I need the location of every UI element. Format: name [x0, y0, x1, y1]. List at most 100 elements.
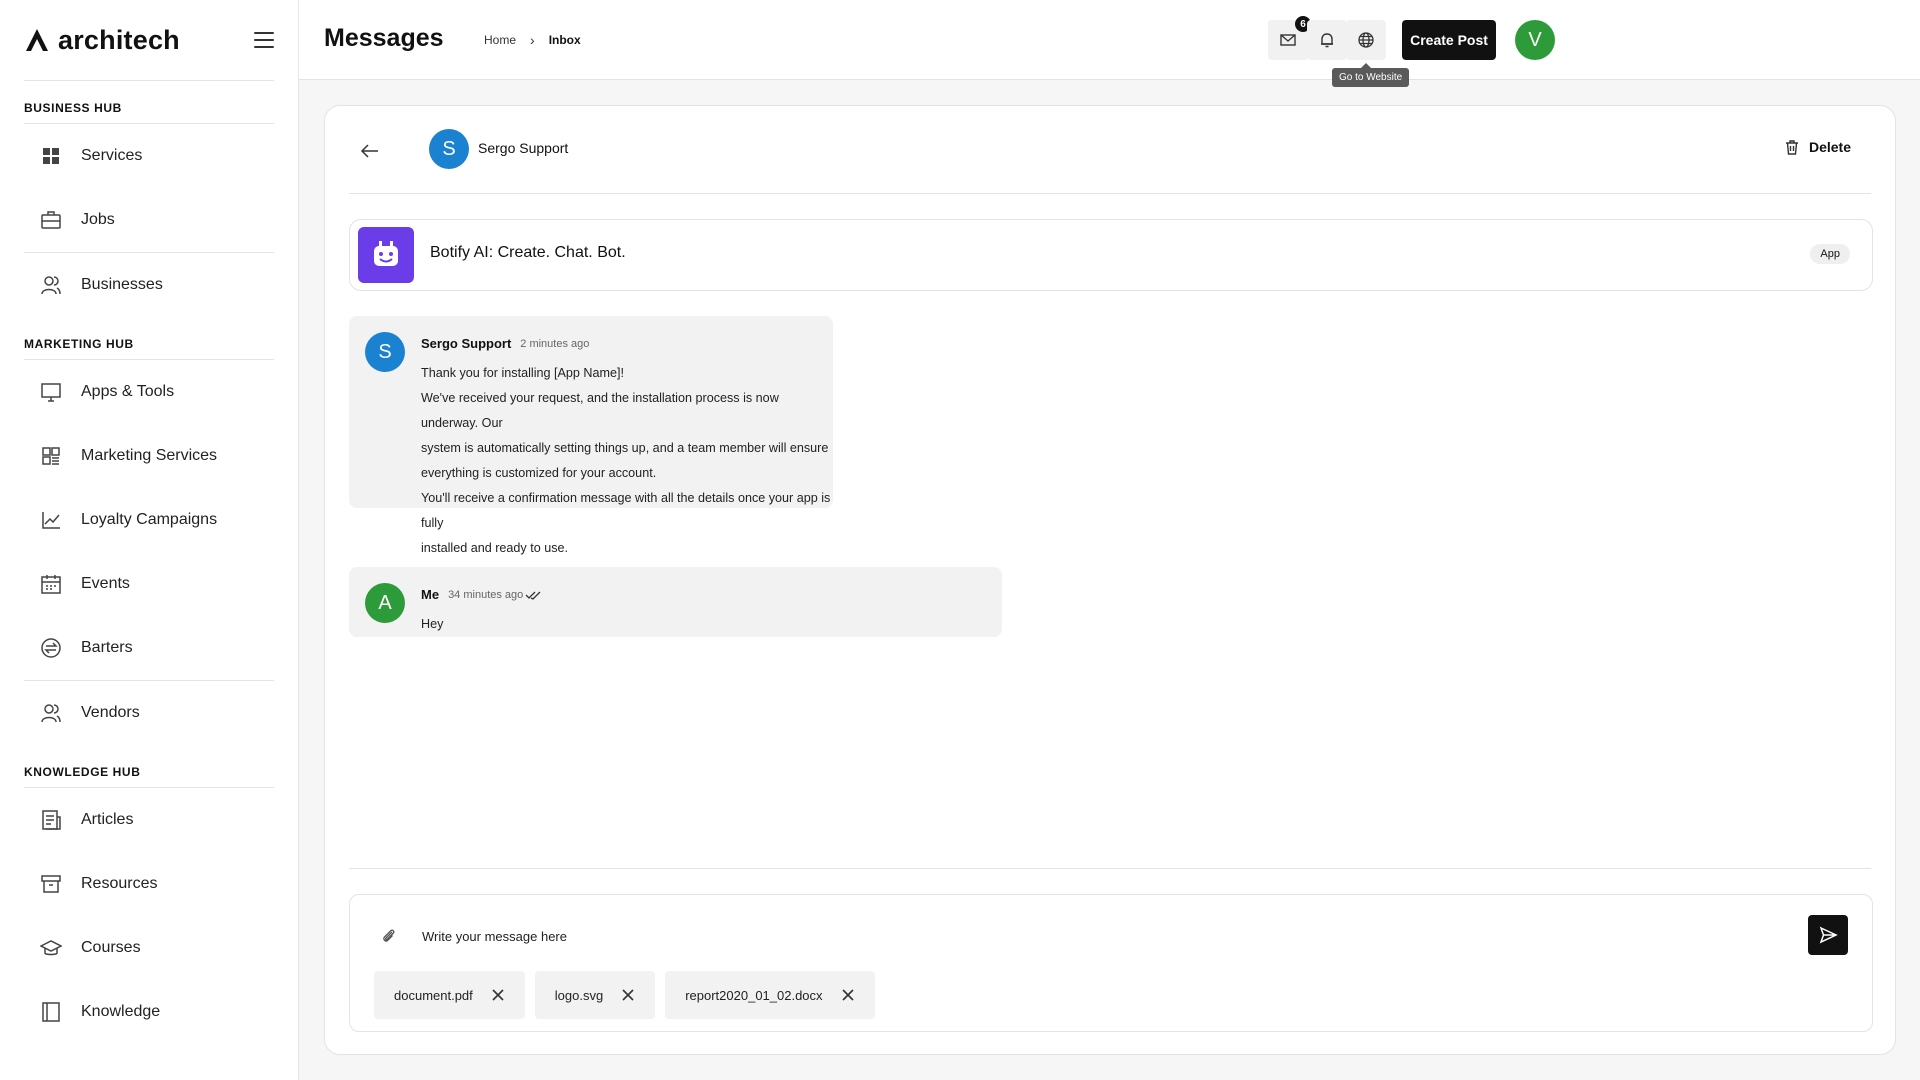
logo-row: architech: [0, 0, 298, 80]
composer-divider: [349, 868, 1871, 869]
bell-icon: [1321, 33, 1333, 48]
breadcrumb-home[interactable]: Home: [484, 33, 516, 47]
page-title: Messages: [324, 24, 444, 52]
send-icon: [1819, 926, 1838, 944]
contact-name: Sergo Support: [478, 140, 569, 156]
brand-name: architech: [58, 24, 180, 55]
go-to-website-tooltip: Go to Website: [1332, 63, 1410, 87]
message-header: Me 34 minutes ago: [421, 587, 541, 602]
sidebar-item-articles[interactable]: Articles: [0, 788, 298, 852]
go-to-website-button[interactable]: [1346, 20, 1386, 60]
briefcase-icon: [40, 209, 62, 231]
sidebar-item-services[interactable]: Services: [0, 124, 298, 188]
delete-label: Delete: [1808, 139, 1851, 155]
attachment-filename: logo.svg: [554, 987, 604, 1003]
contact-avatar: S: [429, 129, 469, 169]
sidebar-item-knowledge[interactable]: Knowledge: [0, 980, 298, 1044]
attachment-chip: document.pdf: [374, 971, 525, 1019]
sidebar-item-label: Services: [81, 147, 143, 164]
robot-icon: [358, 227, 414, 283]
chat-header: S Sergo Support Delete: [349, 106, 1871, 194]
archive-icon: [40, 873, 62, 895]
message-sender: Me: [421, 587, 440, 602]
sidebar-item-barters[interactable]: Barters: [0, 616, 298, 680]
trash-icon: [1785, 140, 1798, 155]
sidebar-item-label: Courses: [81, 939, 141, 956]
sidebar-item-resources[interactable]: Resources: [0, 852, 298, 916]
sidebar-item-label: Events: [81, 575, 130, 592]
sidebar-item-jobs[interactable]: Jobs: [0, 188, 298, 252]
sidebar-item-apps-tools[interactable]: Apps & Tools: [0, 360, 298, 424]
mail-button[interactable]: 6: [1268, 16, 1311, 60]
calendar-icon: [40, 573, 62, 595]
chat-panel: S Sergo Support Delete Botify AI: Create…: [324, 105, 1896, 1055]
sidebar-divider: [24, 80, 274, 81]
sidebar-item-label: Resources: [81, 875, 158, 892]
section-label-marketing-hub: MARKETING HUB: [24, 337, 134, 351]
sidebar-item-vendors[interactable]: Vendors: [0, 681, 298, 745]
attachment-filename: document.pdf: [394, 987, 473, 1003]
message-line: installed and ready to use.: [421, 541, 569, 555]
delete-button[interactable]: Delete: [1783, 138, 1851, 156]
graduation-cap-icon: [40, 937, 62, 959]
sidebar-item-label: Apps & Tools: [81, 383, 175, 400]
message-line: We've received your request, and the ins…: [421, 391, 779, 430]
sidebar-item-loyalty-campaigns[interactable]: Loyalty Campaigns: [0, 488, 298, 552]
sidebar-item-marketing-services[interactable]: Marketing Services: [0, 424, 298, 488]
sidebar: architech BUSINESS HUB Services Jobs Bus…: [0, 0, 299, 1080]
breadcrumb: Home › Inbox: [484, 32, 581, 48]
exchange-icon: [40, 637, 62, 659]
message-composer: document.pdf logo.svg report2020_01_02.d…: [349, 894, 1873, 1032]
sidebar-item-label: Knowledge: [81, 1003, 161, 1020]
app-tag: App: [1810, 244, 1850, 264]
message-body: Thank you for installing [App Name]! We'…: [421, 361, 833, 586]
message-input[interactable]: [422, 921, 1522, 951]
message-bubble-me: A Me 34 minutes ago Hey: [349, 567, 1002, 637]
close-icon[interactable]: [491, 988, 505, 1002]
globe-icon: [1358, 32, 1374, 48]
chart-line-icon: [40, 509, 62, 531]
message-line: system is automatically setting things u…: [421, 441, 829, 455]
sidebar-item-label: Loyalty Campaigns: [81, 511, 218, 528]
close-icon[interactable]: [621, 988, 635, 1002]
sidebar-item-label: Marketing Services: [81, 447, 218, 464]
topbar: Messages Home › Inbox: [299, 0, 1920, 80]
create-post-button[interactable]: Create Post: [1402, 20, 1496, 60]
message-time: 34 minutes ago: [448, 588, 524, 601]
paperclip-icon[interactable]: [380, 927, 398, 945]
message-avatar: S: [365, 332, 405, 372]
attachment-filename: report2020_01_02.docx: [685, 987, 823, 1003]
message-bubble-support: S Sergo Support 2 minutes ago Thank you …: [349, 316, 833, 580]
send-button[interactable]: [1808, 915, 1848, 955]
message-line: everything is customized for your accoun…: [421, 466, 657, 480]
monitor-icon: [40, 381, 62, 403]
message-line: Hey: [421, 617, 444, 631]
message-sender: Sergo Support: [421, 336, 512, 351]
sidebar-item-label: Articles: [81, 811, 134, 828]
mail-icon: [1280, 34, 1296, 46]
users-icon: [40, 702, 62, 724]
app-card[interactable]: Botify AI: Create. Chat. Bot. App: [349, 219, 1873, 291]
architech-logo-icon: [26, 29, 48, 51]
section-label-knowledge-hub: KNOWLEDGE HUB: [24, 765, 141, 779]
message-header: Sergo Support 2 minutes ago: [421, 336, 589, 351]
sidebar-item-courses[interactable]: Courses: [0, 916, 298, 980]
sidebar-item-businesses[interactable]: Businesses: [0, 253, 298, 317]
message-avatar: A: [365, 583, 405, 623]
notifications-button[interactable]: [1307, 20, 1347, 60]
user-avatar[interactable]: V: [1515, 20, 1555, 60]
message-time: 2 minutes ago: [520, 337, 590, 350]
message-body: Hey: [421, 612, 443, 637]
arrow-left-icon[interactable]: [359, 140, 381, 162]
message-line: You'll receive a confirmation message wi…: [421, 491, 831, 530]
chevron-right-icon: ›: [530, 32, 535, 48]
hamburger-icon[interactable]: [254, 32, 274, 48]
breadcrumb-inbox: Inbox: [548, 33, 581, 47]
attachment-chip: report2020_01_02.docx: [665, 971, 875, 1019]
close-icon[interactable]: [841, 988, 855, 1002]
sidebar-item-label: Jobs: [81, 211, 115, 228]
article-icon: [40, 809, 62, 831]
book-icon: [40, 1001, 62, 1023]
sidebar-item-events[interactable]: Events: [0, 552, 298, 616]
sidebar-item-label: Barters: [81, 639, 133, 656]
